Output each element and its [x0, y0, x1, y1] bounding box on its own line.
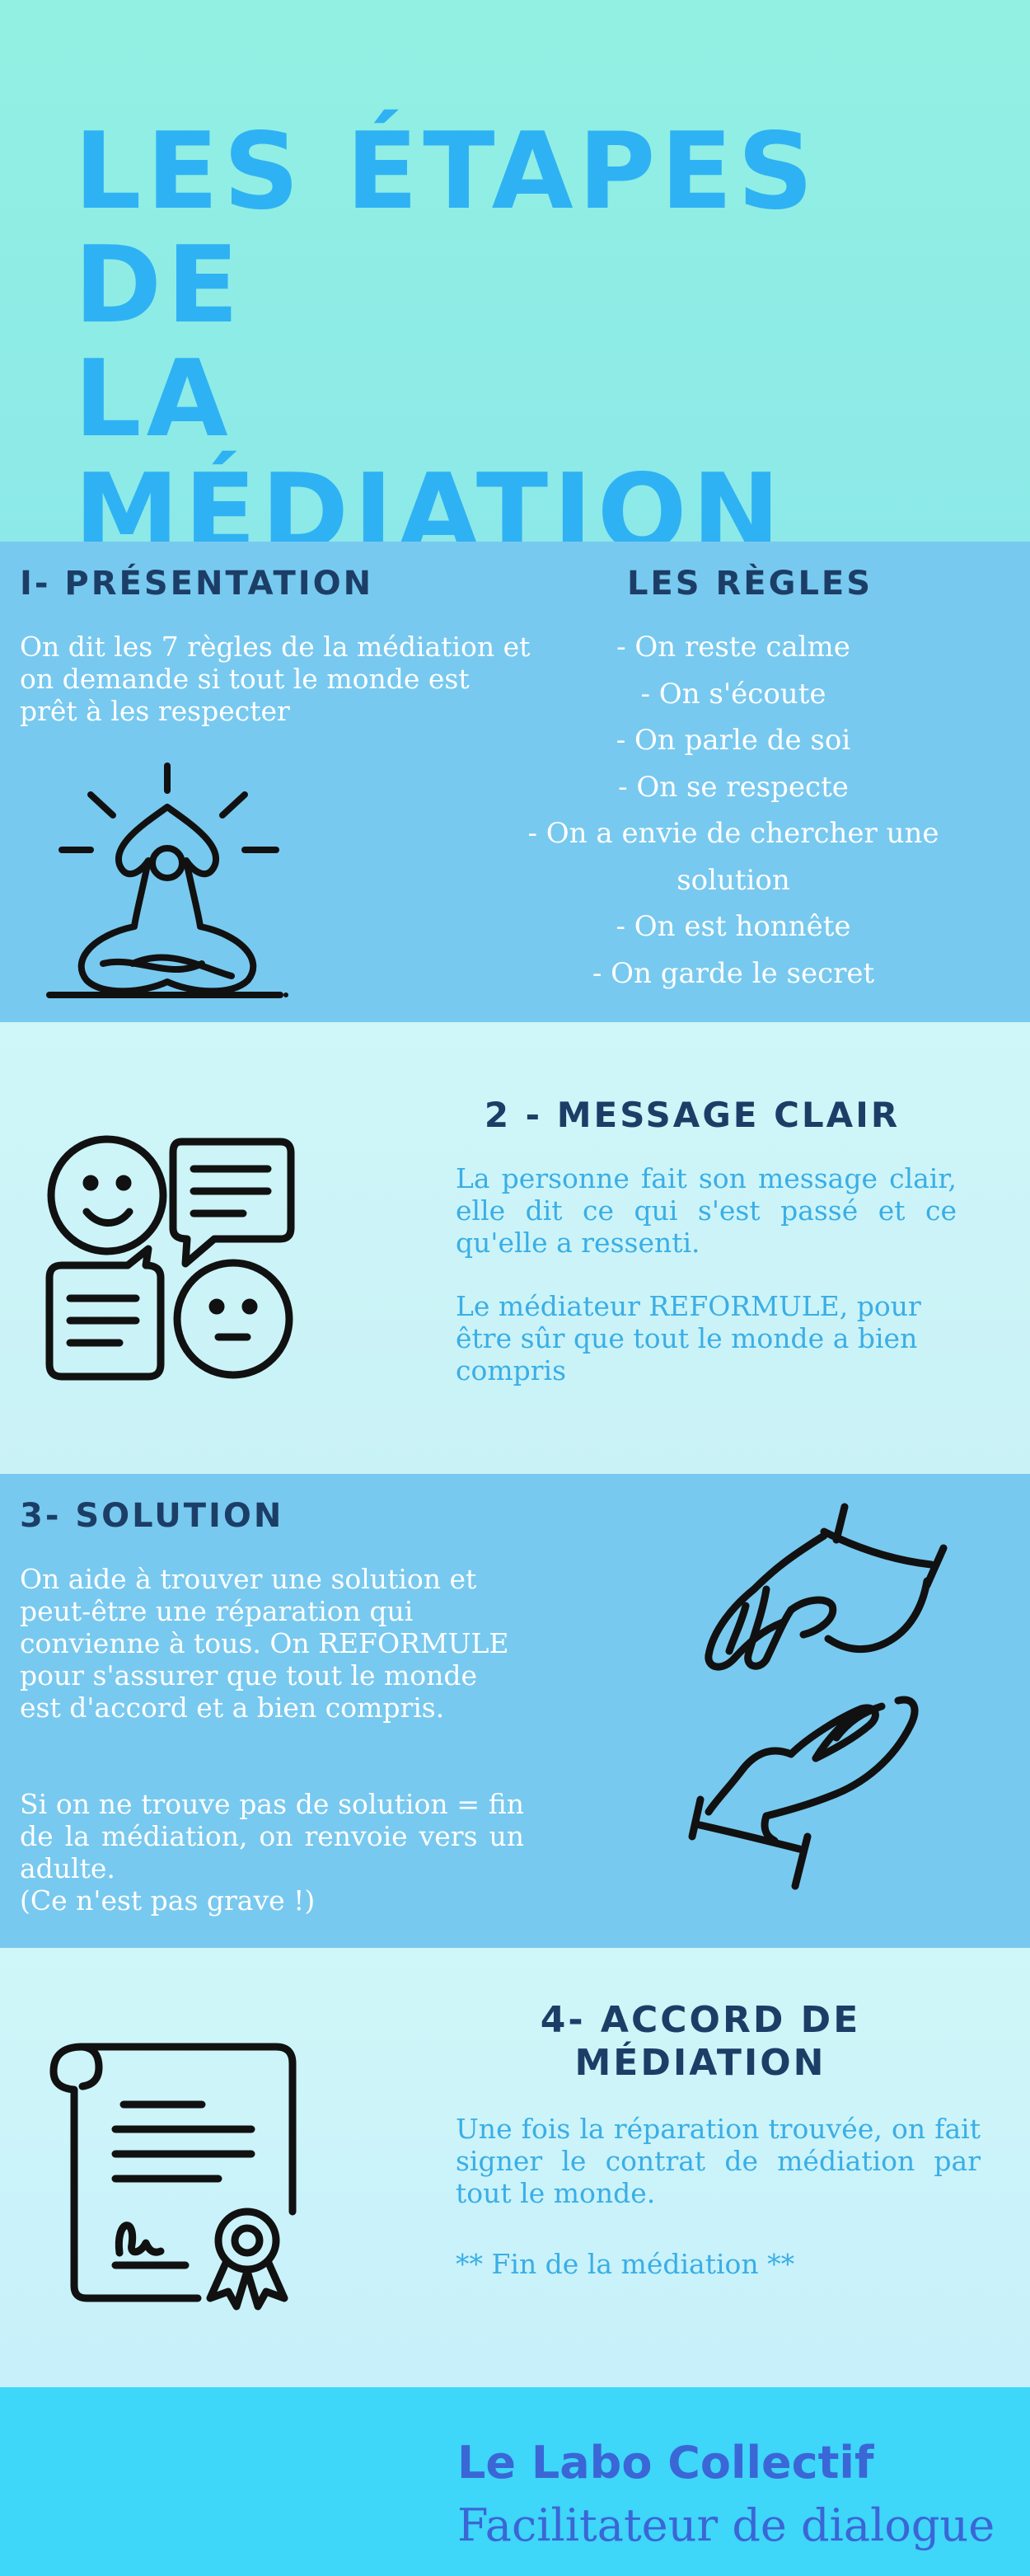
presentation-text: On dit les 7 règles de la médiation et o…: [20, 631, 531, 727]
meditation-icon: [45, 758, 293, 1016]
rule-item: solution: [677, 863, 790, 897]
rule-item: - On garde le secret: [592, 956, 875, 990]
no-solution-text: Si on ne trouve pas de solution = fin de…: [20, 1788, 524, 1884]
rule-item: - On reste calme: [616, 631, 850, 664]
solution-text: On aide à trouver une solution et peut-ê…: [20, 1563, 509, 1724]
helping-hands-icon: [684, 1499, 956, 1914]
chat-faces-icon: [45, 1129, 301, 1388]
contract-icon: [45, 2039, 309, 2314]
end-text: ** Fin de la médiation **: [456, 2248, 795, 2280]
solution-heading: 3- SOLUTION: [20, 1497, 284, 1535]
main-title: LES ÉTAPES DE LA MÉDIATION: [74, 110, 819, 542]
message-clair-heading: 2 - MESSAGE CLAIR: [484, 1095, 901, 1135]
rule-item: - On s'écoute: [640, 677, 826, 711]
rule-item: - On est honnête: [616, 910, 851, 943]
not-serious-text: (Ce n'est pas grave !): [20, 1884, 316, 1917]
accord-text: Une fois la réparation trouvée, on fait …: [456, 2113, 981, 2209]
rules-heading: LES RÈGLES: [626, 565, 873, 603]
reformule-text: Le médiateur REFORMULE, pour être sûr qu…: [456, 1290, 921, 1387]
section-accord: 4- ACCORD DE MÉDIATION Une fois la répar…: [0, 1948, 1030, 2387]
footer-brand: Le Labo Collectif: [457, 2437, 874, 2489]
section-solution: 3- SOLUTION On aide à trouver une soluti…: [0, 1474, 1030, 1948]
rule-item: - On parle de soi: [616, 724, 851, 757]
section-presentation: I- PRÉSENTATION On dit les 7 règles de l…: [0, 542, 1030, 1022]
header-banner: LES ÉTAPES DE LA MÉDIATION: [0, 0, 1030, 542]
rules-list: - On reste calme - On s'écoute - On parl…: [503, 624, 964, 997]
section-message-clair: 2 - MESSAGE CLAIR La personne fait son m…: [0, 1022, 1030, 1474]
footer-subtitle: Facilitateur de dialogue: [457, 2499, 995, 2551]
accord-heading: 4- ACCORD DE MÉDIATION: [540, 1999, 861, 2084]
rule-item: - On a envie de chercher une: [527, 817, 939, 850]
footer: Le Labo Collectif Facilitateur de dialog…: [0, 2387, 1030, 2576]
rule-item: - On se respecte: [618, 770, 849, 804]
presentation-heading: I- PRÉSENTATION: [20, 565, 374, 603]
message-clair-text: La personne fait son message clair, elle…: [456, 1162, 957, 1259]
